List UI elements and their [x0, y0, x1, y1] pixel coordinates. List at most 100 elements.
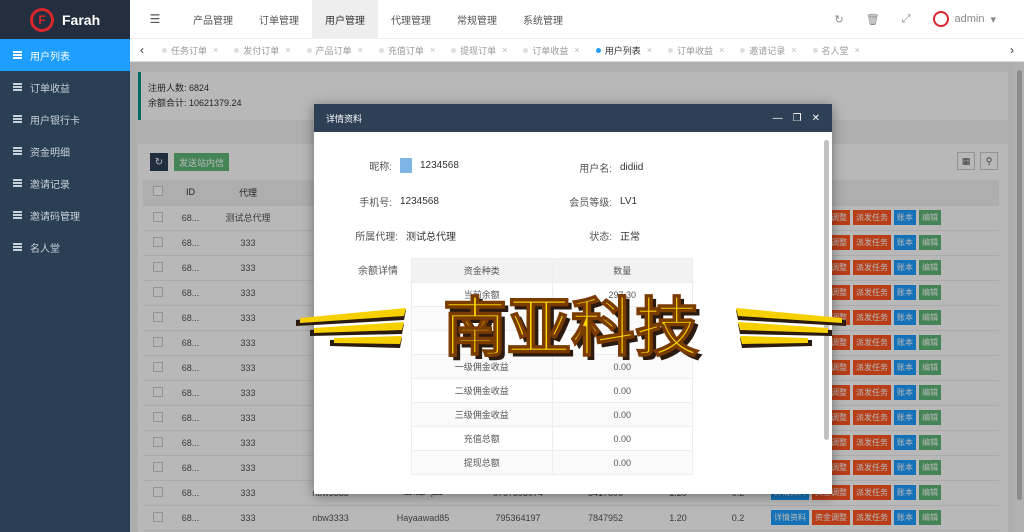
- avatar: [932, 11, 949, 27]
- trash-icon[interactable]: 🗑: [866, 13, 880, 26]
- tab-1[interactable]: 发付订单 ×: [226, 39, 298, 62]
- tab-dot-icon: [812, 47, 818, 53]
- top-nav: 产品管理 订单管理 用户管理 代理管理 常规管理 系统管理: [180, 0, 576, 39]
- nickname-value: 1234568: [420, 160, 459, 171]
- close-icon[interactable]: ×: [213, 45, 218, 55]
- balance-column-header: 资金种类: [411, 258, 553, 283]
- tab-7[interactable]: 订单收益 ×: [660, 39, 732, 62]
- tab-label: 订单收益: [676, 45, 713, 56]
- top-nav-item-2[interactable]: 用户管理: [312, 0, 378, 39]
- right-wing-icon: [736, 308, 846, 348]
- tab-2[interactable]: 产品订单 ×: [299, 39, 371, 62]
- balance-amount: 0.00: [551, 402, 693, 427]
- tab-dot-icon: [451, 47, 457, 53]
- list-icon: [13, 147, 22, 155]
- chevron-down-icon: ▾: [990, 13, 996, 26]
- balance-table-header: 资金种类 数量: [411, 258, 693, 283]
- level-row: 会员等级: LV1: [554, 194, 637, 209]
- refresh-icon[interactable]: ↻: [835, 13, 844, 26]
- sidebar: F Farah 用户列表订单收益用户银行卡资金明细邀请记录邀请码管理名人堂: [0, 0, 130, 532]
- tab-0[interactable]: 任务订单 ×: [154, 39, 226, 62]
- tab-5[interactable]: 订单收益 ×: [515, 39, 587, 62]
- left-wing-icon: [296, 308, 406, 348]
- sidebar-item-label: 名人堂: [30, 243, 60, 255]
- sidebar-item-label: 用户银行卡: [30, 115, 80, 127]
- close-icon[interactable]: ✕: [812, 113, 820, 124]
- tab-8[interactable]: 邀请记录 ×: [732, 39, 804, 62]
- tab-3[interactable]: 充值订单 ×: [371, 39, 443, 62]
- tab-dot-icon: [595, 47, 601, 53]
- sidebar-item-4[interactable]: 邀请记录: [0, 167, 130, 199]
- modal-title: 详情资料: [326, 113, 363, 124]
- phone-label: 手机号:: [359, 198, 392, 209]
- maximize-icon[interactable]: ❐: [793, 113, 802, 124]
- tab-dot-icon: [234, 47, 240, 53]
- tab-label: 订单收益: [532, 45, 569, 56]
- tab-6[interactable]: 用户列表 ×: [588, 39, 660, 62]
- balance-row: 三级佣金收益 0.00: [411, 402, 693, 427]
- top-nav-item-5[interactable]: 系统管理: [510, 0, 576, 39]
- sidebar-item-label: 邀请记录: [30, 179, 70, 191]
- menu-toggle-icon[interactable]: ☰: [130, 12, 180, 26]
- list-icon: [13, 51, 22, 59]
- balance-amount: 0.00: [551, 426, 693, 451]
- brand[interactable]: F Farah: [0, 0, 130, 39]
- username-row: 用户名: didiid: [566, 160, 643, 175]
- balance-detail-label-row: 余额详情: [354, 262, 398, 277]
- fullscreen-icon[interactable]: ⤢: [902, 13, 911, 26]
- sidebar-item-6[interactable]: 名人堂: [0, 231, 130, 263]
- close-icon[interactable]: ×: [574, 45, 579, 55]
- modal-scrollbar[interactable]: [824, 140, 829, 440]
- close-icon[interactable]: ×: [647, 45, 652, 55]
- sidebar-item-label: 用户列表: [30, 51, 70, 63]
- agent-value: 测试总代理: [406, 232, 456, 243]
- balance-type: 二级佣金收益: [411, 378, 553, 403]
- close-icon[interactable]: ×: [502, 45, 507, 55]
- brand-logo-icon: F: [30, 7, 54, 32]
- balance-type: 充值总额: [411, 426, 553, 451]
- top-nav-item-0[interactable]: 产品管理: [180, 0, 246, 39]
- tab-4[interactable]: 提现订单 ×: [443, 39, 515, 62]
- tab-label: 用户列表: [604, 45, 641, 56]
- list-icon: [13, 243, 22, 251]
- status-value: 正常: [620, 232, 640, 243]
- tab-dot-icon: [667, 47, 673, 53]
- tab-label: 邀请记录: [749, 45, 786, 56]
- close-icon[interactable]: ×: [855, 45, 860, 55]
- sidebar-item-1[interactable]: 订单收益: [0, 71, 130, 103]
- close-icon[interactable]: ×: [430, 45, 435, 55]
- level-label: 会员等级:: [569, 198, 612, 209]
- tab-label: 发付订单: [243, 45, 280, 56]
- sidebar-item-2[interactable]: 用户银行卡: [0, 103, 130, 135]
- close-icon[interactable]: ×: [791, 45, 796, 55]
- tabs-prev-icon[interactable]: ‹: [130, 43, 154, 57]
- file-icon: [400, 158, 412, 173]
- sidebar-item-3[interactable]: 资金明细: [0, 135, 130, 167]
- top-nav-item-4[interactable]: 常规管理: [444, 0, 510, 39]
- tab-label: 名人堂: [821, 45, 849, 56]
- top-nav-item-3[interactable]: 代理管理: [378, 0, 444, 39]
- balance-type: 提现总额: [411, 450, 553, 475]
- sidebar-item-5[interactable]: 邀请码管理: [0, 199, 130, 231]
- top-nav-item-1[interactable]: 订单管理: [246, 0, 312, 39]
- tab-dot-icon: [378, 47, 384, 53]
- agent-row: 所属代理: 测试总代理: [350, 228, 456, 243]
- user-menu[interactable]: admin ▾: [932, 11, 996, 27]
- minimize-icon[interactable]: —: [773, 113, 783, 124]
- tab-label: 产品订单: [315, 45, 352, 56]
- list-icon: [13, 115, 22, 123]
- status-label: 状态:: [589, 232, 612, 243]
- balance-type: 三级佣金收益: [411, 402, 553, 427]
- close-icon[interactable]: ×: [285, 45, 290, 55]
- sidebar-item-0[interactable]: 用户列表: [0, 39, 130, 71]
- tab-9[interactable]: 名人堂 ×: [805, 39, 868, 62]
- username-value: didiid: [620, 162, 644, 173]
- status-row: 状态: 正常: [566, 228, 640, 243]
- close-icon[interactable]: ×: [719, 45, 724, 55]
- tab-label: 提现订单: [460, 45, 497, 56]
- tabs-next-icon[interactable]: ›: [1000, 43, 1024, 57]
- tab-label: 任务订单: [171, 45, 208, 56]
- watermark-text: 南亚科技: [443, 292, 699, 366]
- close-icon[interactable]: ×: [358, 45, 363, 55]
- balance-amount: 0.00: [551, 378, 693, 403]
